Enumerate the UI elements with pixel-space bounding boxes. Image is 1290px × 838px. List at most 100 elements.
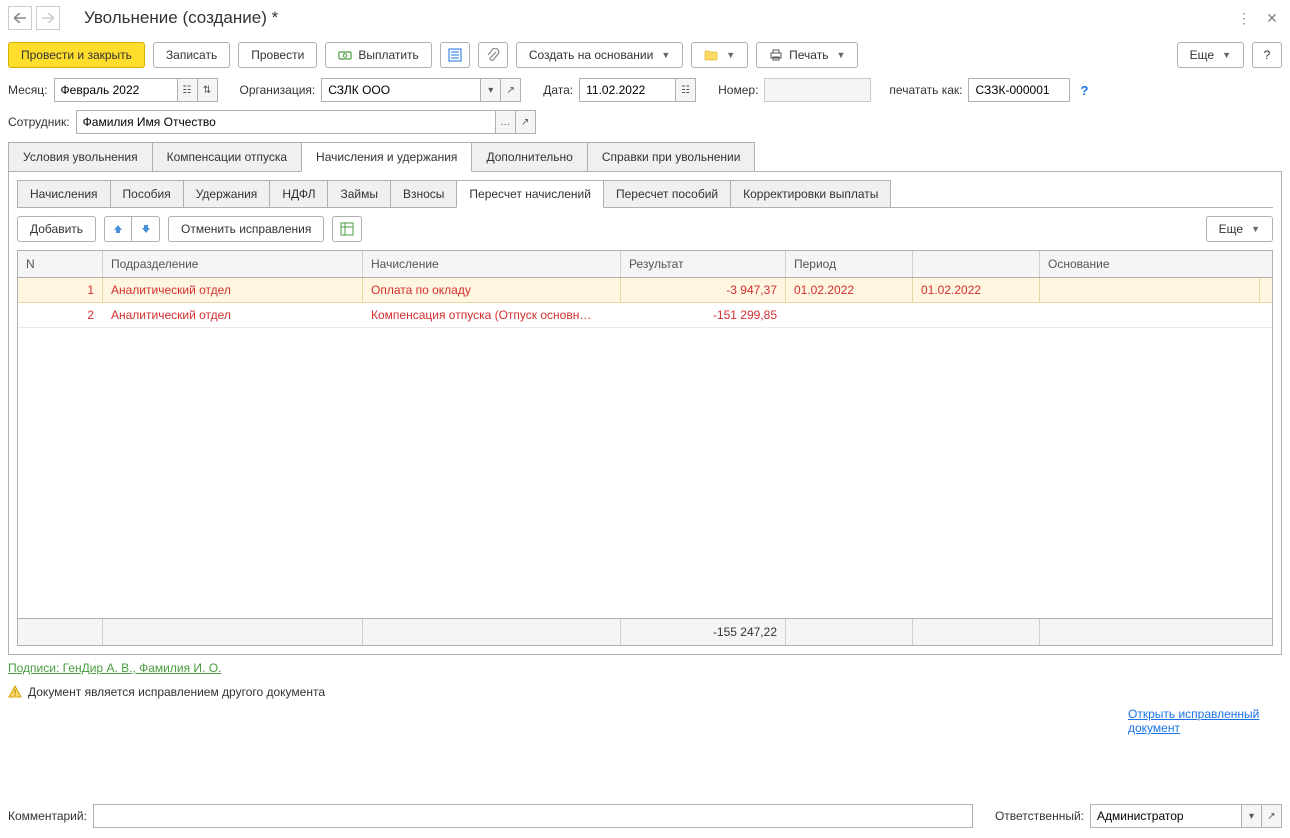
number-label: Номер: — [718, 83, 758, 97]
subtab-recalc-benefits[interactable]: Пересчет пособий — [603, 180, 731, 207]
month-field[interactable] — [55, 79, 177, 101]
tab-accruals[interactable]: Начисления и удержания — [301, 142, 472, 172]
month-label: Месяц: — [8, 83, 48, 97]
more-button[interactable]: Еще▼ — [1177, 42, 1244, 68]
cancel-corrections-button[interactable]: Отменить исправления — [168, 216, 324, 242]
tab-conditions[interactable]: Условия увольнения — [8, 142, 153, 171]
subtab-benefits[interactable]: Пособия — [110, 180, 184, 207]
table-settings-button[interactable] — [332, 216, 362, 242]
employee-label: Сотрудник: — [8, 115, 70, 129]
comment-input-group — [93, 804, 973, 828]
subtab-loans[interactable]: Займы — [327, 180, 391, 207]
cell-department: Аналитический отдел — [103, 303, 363, 327]
chevron-down-icon: ▼ — [661, 50, 670, 60]
subtab-contributions[interactable]: Взносы — [390, 180, 457, 207]
employee-field[interactable] — [77, 111, 495, 133]
col-header-n[interactable]: N — [18, 251, 103, 277]
money-icon — [338, 48, 352, 62]
help-button[interactable]: ? — [1252, 42, 1282, 68]
chevron-down-icon: ▾ — [1249, 811, 1254, 822]
footer-total: -155 247,22 — [621, 619, 786, 645]
col-header-period2[interactable] — [913, 251, 1040, 277]
calendar-icon: ☷ — [183, 85, 192, 96]
move-up-button[interactable] — [104, 216, 132, 242]
org-dropdown-button[interactable]: ▾ — [480, 79, 500, 101]
org-label: Организация: — [240, 83, 316, 97]
comment-field[interactable] — [94, 805, 972, 827]
date-field[interactable] — [580, 79, 675, 101]
month-calendar-button[interactable]: ☷ — [177, 79, 197, 101]
month-spinner-button[interactable]: ⇅ — [197, 79, 217, 101]
employee-open-button[interactable]: ↗ — [515, 111, 535, 133]
paperclip-icon — [486, 48, 500, 62]
col-header-period[interactable]: Период — [786, 251, 913, 277]
table-row[interactable]: 1 Аналитический отдел Оплата по окладу -… — [18, 278, 1272, 303]
subtab-deductions[interactable]: Удержания — [183, 180, 271, 207]
subtab-ndfl[interactable]: НДФЛ — [269, 180, 328, 207]
chevron-down-icon: ▼ — [1222, 50, 1231, 60]
close-icon[interactable]: ✕ — [1262, 8, 1282, 28]
tab-certificates[interactable]: Справки при увольнении — [587, 142, 756, 171]
warning-line: ! Документ является исправлением другого… — [0, 681, 1290, 703]
subtab-recalc-accruals[interactable]: Пересчет начислений — [456, 180, 604, 208]
warning-text: Документ является исправлением другого д… — [28, 685, 325, 699]
open-icon: ↗ — [1267, 811, 1275, 822]
help-icon[interactable]: ? — [1080, 83, 1088, 98]
cell-result: -3 947,37 — [621, 278, 786, 302]
attachment-button[interactable] — [478, 42, 508, 68]
open-corrected-link[interactable]: Открыть исправленный документ — [1128, 707, 1278, 735]
table-row[interactable]: 2 Аналитический отдел Компенсация отпуск… — [18, 303, 1272, 328]
org-field[interactable] — [322, 79, 480, 101]
table-icon — [340, 222, 354, 236]
grid-body[interactable]: 1 Аналитический отдел Оплата по окладу -… — [18, 278, 1272, 618]
responsible-dropdown-button[interactable]: ▾ — [1241, 805, 1261, 827]
folder-dropdown-button[interactable]: ▼ — [691, 42, 748, 68]
ellipsis-icon: … — [500, 117, 510, 128]
employee-select-button[interactable]: … — [495, 111, 515, 133]
col-header-department[interactable]: Подразделение — [103, 251, 363, 277]
col-header-result[interactable]: Результат — [621, 251, 786, 277]
date-input-group: ☷ — [579, 78, 696, 102]
move-down-button[interactable] — [132, 216, 160, 242]
col-header-accrual[interactable]: Начисление — [363, 251, 621, 277]
arrow-down-icon — [140, 223, 152, 235]
pay-button[interactable]: Выплатить — [325, 42, 432, 68]
number-input-group — [764, 78, 871, 102]
main-toolbar: Провести и закрыть Записать Провести Вып… — [0, 36, 1290, 74]
cell-result: -151 299,85 — [621, 303, 786, 327]
tab-additional[interactable]: Дополнительно — [471, 142, 587, 171]
org-open-button[interactable]: ↗ — [500, 79, 520, 101]
list-button[interactable] — [440, 42, 470, 68]
print-button[interactable]: Печать▼ — [756, 42, 858, 68]
col-header-basis[interactable]: Основание — [1040, 251, 1260, 277]
grid-more-button[interactable]: Еще▼ — [1206, 216, 1273, 242]
date-label: Дата: — [543, 83, 573, 97]
nav-forward-button[interactable] — [36, 6, 60, 30]
titlebar: Увольнение (создание) * ⋮ ✕ — [0, 0, 1290, 36]
printer-icon — [769, 48, 783, 62]
tab-vacation-comp[interactable]: Компенсации отпуска — [152, 142, 302, 171]
date-calendar-button[interactable]: ☷ — [675, 79, 695, 101]
chevron-down-icon: ▾ — [488, 85, 493, 96]
subtab-accruals[interactable]: Начисления — [17, 180, 111, 207]
print-as-input-group — [968, 78, 1070, 102]
post-button[interactable]: Провести — [238, 42, 317, 68]
responsible-label: Ответственный: — [995, 809, 1084, 823]
add-button[interactable]: Добавить — [17, 216, 96, 242]
grid-header: N Подразделение Начисление Результат Пер… — [18, 251, 1272, 278]
responsible-open-button[interactable]: ↗ — [1261, 805, 1281, 827]
signatures-link[interactable]: Подписи: ГенДир А. В., Фамилия И. О. — [0, 655, 229, 681]
nav-back-button[interactable] — [8, 6, 32, 30]
print-as-field[interactable] — [969, 79, 1069, 101]
post-and-close-button[interactable]: Провести и закрыть — [8, 42, 145, 68]
responsible-field[interactable] — [1091, 805, 1241, 827]
subtab-payment-corrections[interactable]: Корректировки выплаты — [730, 180, 891, 207]
calendar-icon: ☷ — [681, 85, 690, 96]
number-field — [765, 79, 870, 101]
write-button[interactable]: Записать — [153, 42, 230, 68]
create-based-button[interactable]: Создать на основании▼ — [516, 42, 683, 68]
cell-period2 — [913, 303, 1040, 327]
kebab-menu-icon[interactable]: ⋮ — [1234, 8, 1254, 28]
cell-accrual: Компенсация отпуска (Отпуск основн… — [363, 303, 621, 327]
arrow-up-icon — [112, 223, 124, 235]
